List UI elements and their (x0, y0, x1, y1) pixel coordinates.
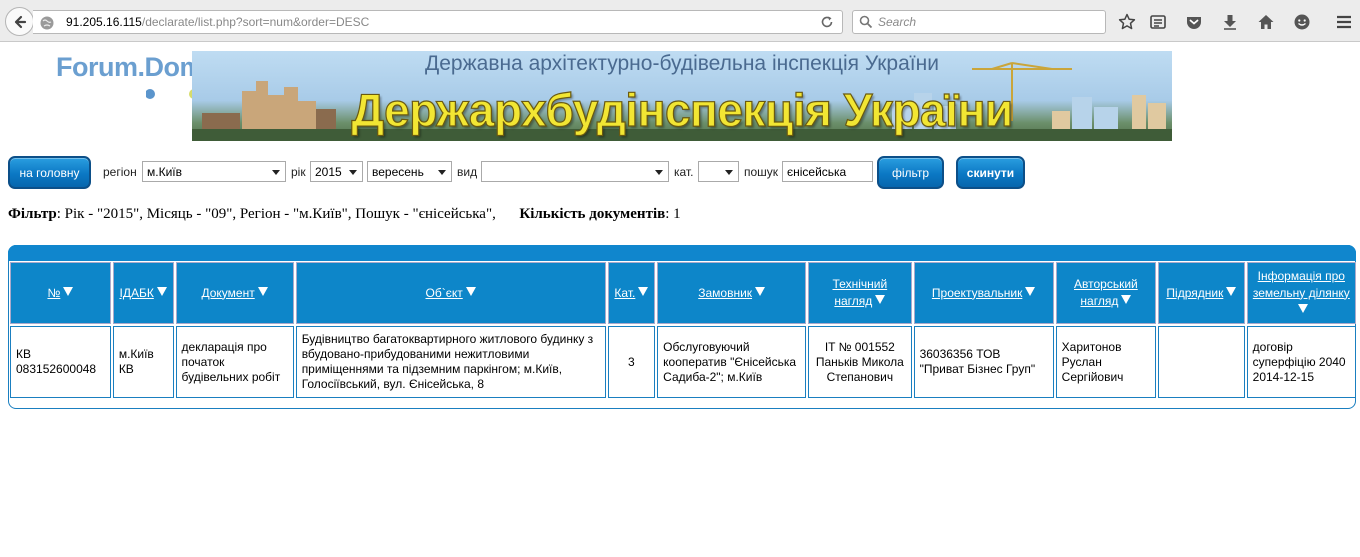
table-header-row: № ІДАБК Документ Об`єкт Кат. Замовник Те… (10, 262, 1356, 324)
pocket-icon[interactable] (1184, 12, 1204, 32)
column-header-category[interactable]: Кат. (607, 262, 656, 324)
results-table: № ІДАБК Документ Об`єкт Кат. Замовник Те… (8, 260, 1358, 400)
column-header-contractor[interactable]: Підрядник (1158, 262, 1245, 324)
url-text: 91.205.16.115/declarate/list.php?sort=nu… (66, 15, 370, 29)
type-select[interactable] (481, 161, 669, 182)
sort-arrow-icon (257, 286, 268, 296)
search-placeholder: Search (878, 15, 917, 29)
chevron-down-icon (655, 170, 663, 175)
search-field[interactable]: єнісейська (782, 161, 873, 182)
reload-icon[interactable] (820, 15, 834, 29)
home-icon[interactable] (1256, 12, 1276, 32)
download-icon[interactable] (1220, 12, 1240, 32)
banner-subtitle: Державна архітектурно-будівельна інспекц… (425, 52, 939, 75)
sort-arrow-icon (1226, 286, 1237, 296)
table-row: КВ 083152600048 м.Київ КВ декларація про… (10, 326, 1356, 398)
banner-title: Держархбудінспекція України (351, 83, 1014, 136)
sort-arrow-icon (465, 286, 476, 296)
sort-arrow-icon (1297, 303, 1308, 313)
sort-arrow-icon (63, 286, 74, 296)
month-select[interactable]: вересень (367, 161, 452, 182)
address-bar[interactable]: 91.205.16.115/declarate/list.php?sort=nu… (33, 10, 843, 34)
column-header-author-supervision[interactable]: Авторський нагляд (1055, 262, 1157, 324)
hello-chat-icon[interactable] (1292, 12, 1312, 32)
column-header-num[interactable]: № (10, 262, 111, 324)
results-table-container: № ІДАБК Документ Об`єкт Кат. Замовник Те… (8, 245, 1356, 409)
search-icon (859, 15, 873, 29)
search-label: пошук (744, 165, 779, 179)
filter-summary-label: Фільтр (8, 206, 57, 222)
cell-object: Будівництво багатоквартирного житлового … (295, 326, 606, 398)
chevron-down-icon (725, 170, 733, 175)
sort-arrow-icon (1025, 286, 1036, 296)
reset-button[interactable]: скинути (956, 156, 1025, 189)
cell-contractor (1158, 326, 1245, 398)
column-header-tech-supervision[interactable]: Технічний нагляд (808, 262, 912, 324)
document-count-value: : 1 (665, 206, 681, 222)
column-header-document[interactable]: Документ (175, 262, 294, 324)
region-select[interactable]: м.Київ (142, 161, 286, 182)
arrow-left-icon (14, 15, 26, 28)
reading-list-icon[interactable] (1148, 12, 1168, 32)
cell-customer: Обслуговуючий кооператив "Єнісейська Сад… (657, 326, 807, 398)
filter-summary: Фільтр: Рік - "2015", Місяць - "09", Рег… (8, 206, 681, 223)
sort-arrow-icon (638, 286, 649, 296)
menu-icon[interactable] (1334, 12, 1354, 32)
region-label: регіон (103, 165, 137, 179)
globe-icon (40, 16, 54, 30)
cell-category: 3 (607, 326, 656, 398)
chevron-down-icon (272, 170, 280, 175)
cell-designer: 36036356 ТОВ "Приват Бізнес Груп" (913, 326, 1054, 398)
document-count-label: Кількість документів (519, 206, 666, 222)
search-bar[interactable]: Search (852, 10, 1106, 34)
column-header-object[interactable]: Об`єкт (295, 262, 606, 324)
cell-tech-supervision: IT № 001552 Паньків Микола Степанович (808, 326, 912, 398)
sort-arrow-icon (156, 286, 167, 296)
bookmark-star-icon[interactable] (1117, 12, 1137, 32)
filter-button[interactable]: фільтр (877, 156, 944, 189)
browser-toolbar: 91.205.16.115/declarate/list.php?sort=nu… (0, 0, 1360, 42)
type-label: вид (457, 165, 478, 179)
category-select[interactable] (698, 161, 739, 182)
chevron-down-icon (438, 170, 446, 175)
cell-num: КВ 083152600048 (10, 326, 111, 398)
chevron-down-icon (349, 170, 357, 175)
home-button[interactable]: на головну (8, 156, 91, 189)
column-header-designer[interactable]: Проектувальник (913, 262, 1054, 324)
sort-arrow-icon (875, 295, 886, 304)
sort-arrow-icon (1121, 295, 1132, 304)
column-header-land-info[interactable]: Інформація про земельну ділянку (1246, 262, 1356, 324)
category-label: кат. (674, 165, 694, 179)
sort-arrow-icon (755, 286, 766, 296)
cell-land-info: договір суперфіцію 2040 2014-12-15 (1246, 326, 1356, 398)
column-header-idabk[interactable]: ІДАБК (112, 262, 174, 324)
back-button[interactable] (5, 7, 34, 36)
year-label: рік (291, 165, 306, 179)
cell-author-supervision: Харитонов Руслан Сергійович (1055, 326, 1157, 398)
column-header-customer[interactable]: Замовник (657, 262, 807, 324)
header-banner: Державна архітектурно-будівельна інспекц… (192, 51, 1172, 141)
cell-document: декларація про початок будівельних робіт (175, 326, 294, 398)
filter-summary-text: : Рік - "2015", Місяць - "09", Регіон - … (56, 206, 496, 222)
cell-idabk: м.Київ КВ (112, 326, 174, 398)
year-select[interactable]: 2015 (310, 161, 363, 182)
table-top-bar (8, 245, 1356, 261)
